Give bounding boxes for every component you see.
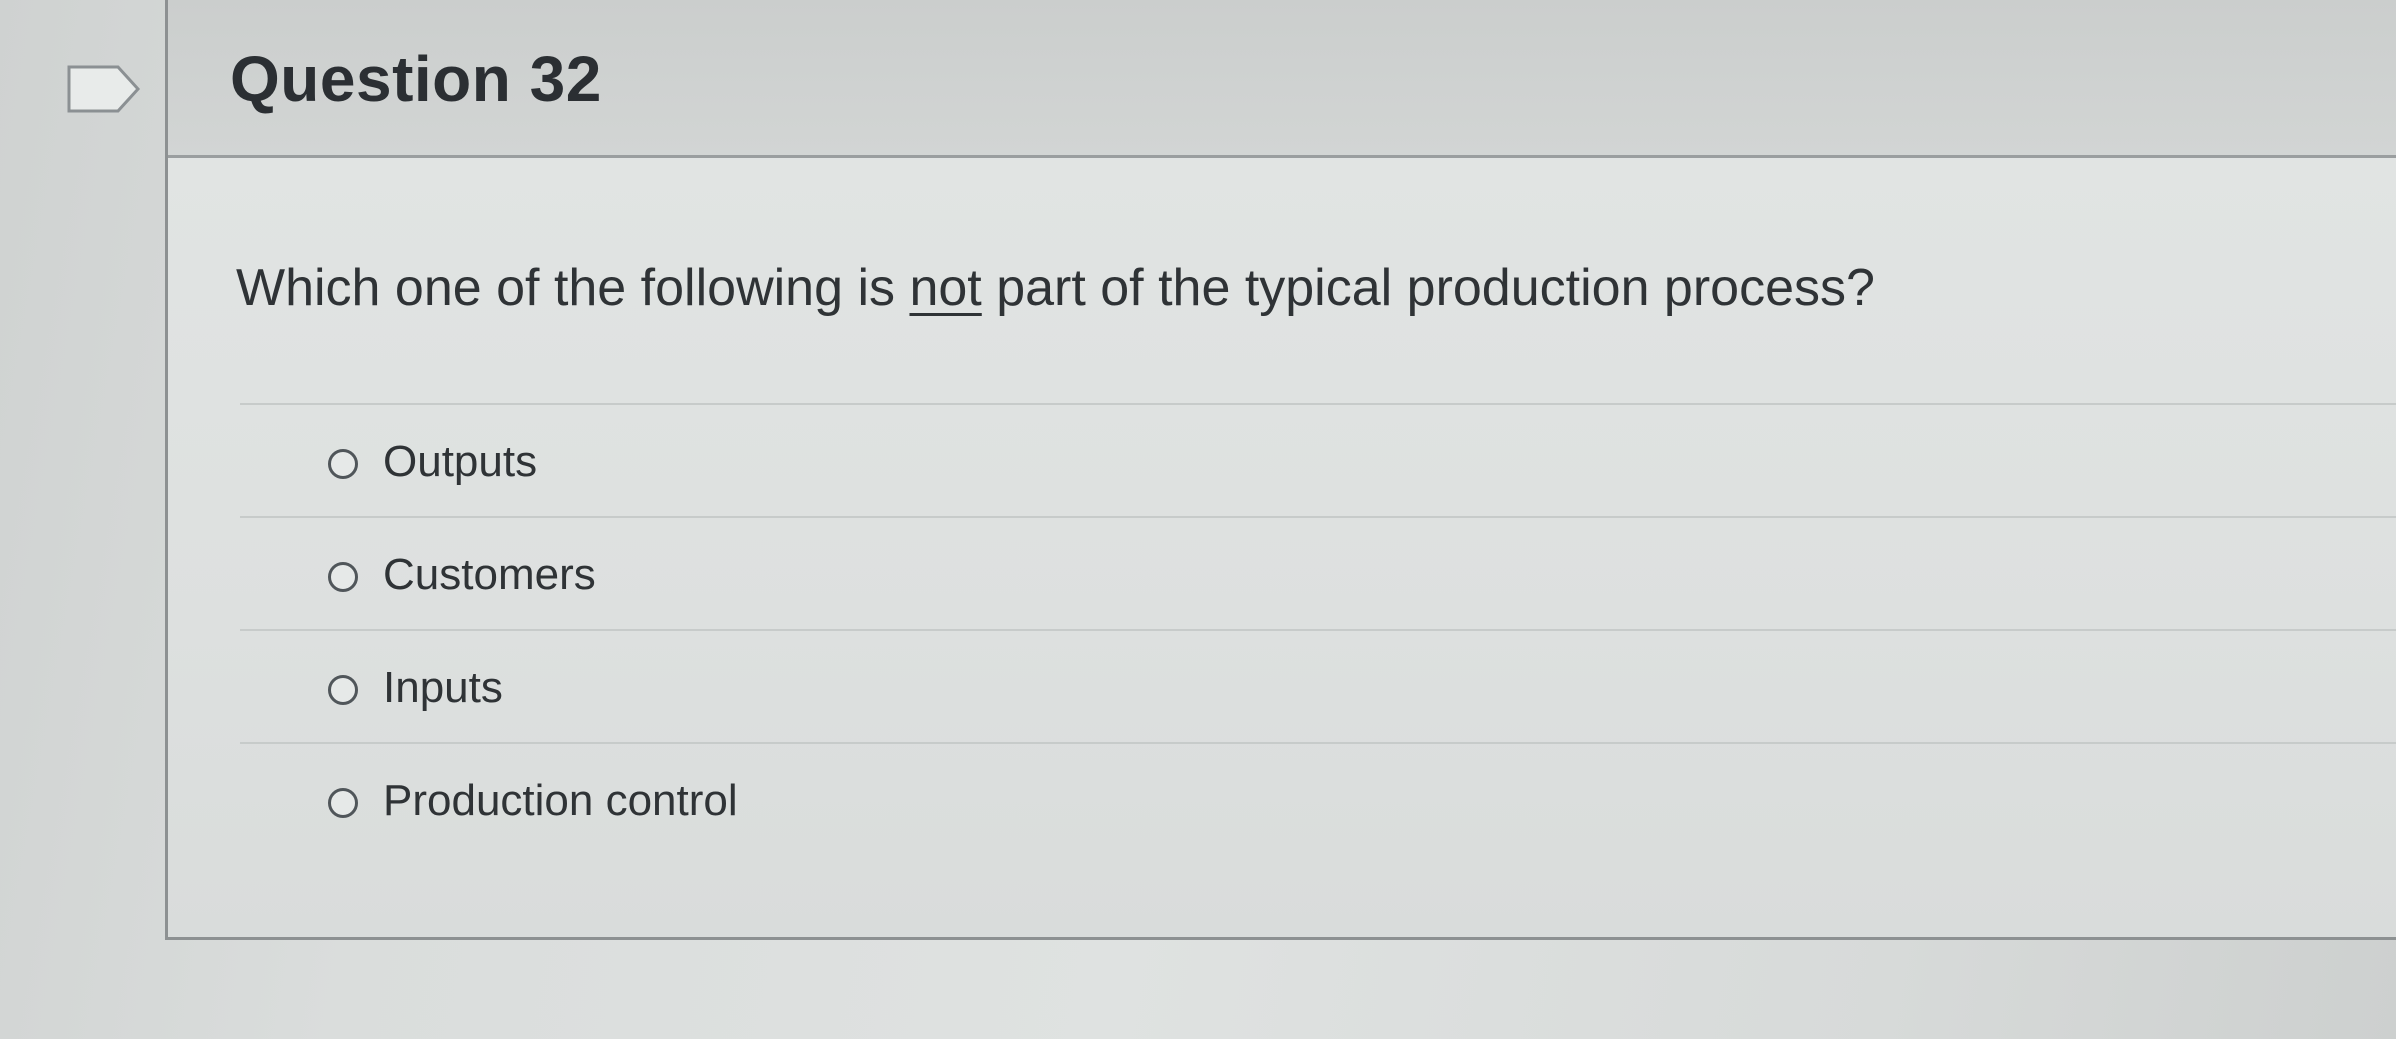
radio-button-outputs[interactable]	[328, 449, 358, 479]
answer-label[interactable]: Production control	[383, 776, 738, 826]
flag-icon[interactable]	[66, 64, 142, 114]
answer-label[interactable]: Outputs	[383, 437, 537, 487]
question-header: Question 32	[168, 0, 2396, 158]
question-text-before: Which one of the following is	[236, 259, 910, 317]
question-text-after: part of the typical production process?	[981, 259, 1875, 317]
answer-option-inputs[interactable]: Inputs	[240, 629, 2396, 742]
answer-option-production-control[interactable]: Production control	[240, 742, 2396, 855]
question-card: Question 32 Which one of the following i…	[165, 0, 2396, 940]
radio-button-inputs[interactable]	[328, 675, 358, 705]
answer-option-outputs[interactable]: Outputs	[240, 403, 2396, 516]
answer-label[interactable]: Customers	[383, 550, 596, 600]
question-body: Which one of the following is not part o…	[168, 158, 2396, 937]
answer-label[interactable]: Inputs	[383, 663, 503, 713]
question-title: Question 32	[230, 43, 602, 115]
radio-button-production-control[interactable]	[328, 788, 358, 818]
radio-button-customers[interactable]	[328, 562, 358, 592]
question-text: Which one of the following is not part o…	[236, 258, 1875, 318]
answer-option-customers[interactable]: Customers	[240, 516, 2396, 629]
quiz-page: Question 32 Which one of the following i…	[0, 0, 2396, 1039]
question-text-emphasis: not	[909, 259, 982, 317]
answer-list: Outputs Customers Inputs Production cont…	[240, 403, 2396, 855]
